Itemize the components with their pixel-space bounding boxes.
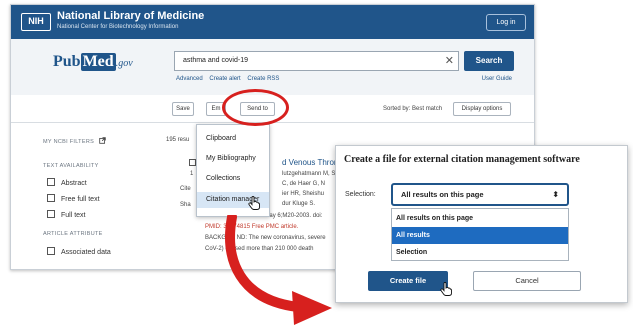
nlm-subtitle: National Center for Biotechnology Inform… (57, 24, 179, 30)
menu-item-collections[interactable]: Collections (206, 175, 240, 182)
result-authors: ier HR, Sheishu (282, 191, 325, 197)
filter-associated-data[interactable]: Associated data (47, 247, 111, 256)
nih-header: NIH National Library of Medicine Nationa… (11, 5, 534, 39)
my-filters-heading[interactable]: MY NCBI FILTERS (43, 137, 106, 145)
filter-label: Associated data (61, 249, 111, 256)
clear-icon[interactable]: ✕ (445, 54, 454, 67)
selection-value: All results on this page (401, 190, 484, 199)
external-link-icon (99, 137, 106, 144)
selection-dropdown[interactable]: All results on this page ⬍ (391, 183, 569, 206)
result-number: 1 (190, 171, 194, 177)
checkbox[interactable] (47, 194, 55, 202)
nih-logo[interactable]: NIH (21, 13, 51, 31)
results-count: 195 resu (166, 137, 190, 143)
display-options-button[interactable]: Display options (453, 102, 511, 116)
article-attribute-heading: ARTICLE ATTRIBUTE (43, 231, 103, 237)
nlm-title[interactable]: National Library of Medicine (57, 10, 204, 22)
option-all-results-on-page[interactable]: All results on this page (392, 210, 568, 227)
advanced-link[interactable]: Advanced (176, 76, 203, 82)
create-file-button[interactable]: Create file (368, 271, 448, 291)
logo-med: Med (80, 53, 116, 71)
share-button[interactable]: Sha (180, 202, 191, 208)
dialog-title: Create a file for external citation mana… (344, 154, 580, 165)
option-selection[interactable]: Selection (392, 244, 568, 261)
selection-options: All results on this page All results Sel… (391, 208, 569, 261)
menu-item-my-bibliography[interactable]: My Bibliography (206, 155, 256, 162)
cancel-button[interactable]: Cancel (473, 271, 581, 291)
filter-label: Full text (61, 212, 86, 219)
checkbox[interactable] (47, 178, 55, 186)
checkbox[interactable] (47, 247, 55, 255)
selection-label: Selection: (345, 191, 376, 198)
result-authors: lutzgehatmann M, S (282, 171, 336, 177)
up-down-arrow-icon: ⬍ (552, 190, 559, 199)
result-checkbox[interactable] (189, 159, 196, 166)
result-title[interactable]: d Venous Thron (282, 158, 338, 167)
create-alert-link[interactable]: Create alert (209, 76, 240, 82)
hand-cursor-icon (440, 282, 452, 296)
user-guide-link[interactable]: User Guide (482, 76, 512, 82)
result-authors: dur Kluge S. (282, 201, 316, 207)
red-curved-arrow (225, 215, 332, 325)
filter-label: Abstract (61, 180, 87, 187)
search-button[interactable]: Search (464, 51, 514, 71)
result-authors: C, de Haer G, N (282, 181, 326, 187)
filter-abstract[interactable]: Abstract (47, 178, 87, 187)
search-input[interactable]: asthma and covid-19 ✕ (174, 51, 459, 71)
logo-pub: Pub (53, 53, 81, 70)
logo-gov: .gov (115, 58, 133, 69)
search-links: Advanced Create alert Create RSS (176, 76, 284, 82)
text-availability-heading: TEXT AVAILABILITY (43, 163, 99, 169)
filters-sidebar: MY NCBI FILTERS TEXT AVAILABILITY Abstra… (11, 123, 161, 269)
filter-full-text[interactable]: Full text (47, 210, 86, 219)
citation-dialog: Create a file for external citation mana… (335, 145, 628, 303)
filter-label: Free full text (61, 196, 100, 203)
option-all-results[interactable]: All results (392, 227, 568, 244)
filter-free-full-text[interactable]: Free full text (47, 194, 100, 203)
save-button[interactable]: Save (172, 102, 194, 116)
hand-cursor-icon (248, 196, 260, 210)
checkbox[interactable] (47, 210, 55, 218)
create-rss-link[interactable]: Create RSS (247, 76, 279, 82)
my-filters-label: MY NCBI FILTERS (43, 139, 95, 145)
login-button[interactable]: Log in (486, 14, 526, 31)
cite-button[interactable]: Cite (180, 186, 191, 192)
pubmed-logo[interactable]: Pub Med .gov (53, 53, 133, 71)
sort-label[interactable]: Sorted by: Best match (383, 106, 442, 112)
search-area: Pub Med .gov asthma and covid-19 ✕ Search … (11, 39, 534, 95)
menu-item-clipboard[interactable]: Clipboard (206, 135, 236, 142)
highlight-ring (222, 89, 289, 126)
search-query: asthma and covid-19 (183, 57, 248, 64)
